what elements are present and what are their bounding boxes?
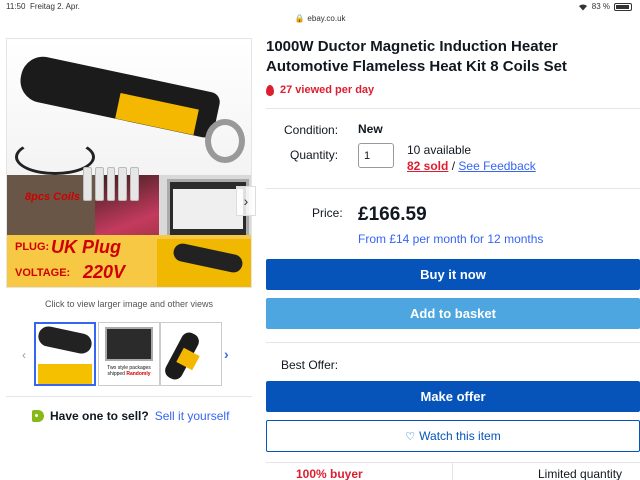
buy-it-now-button[interactable]: Buy it now [266, 259, 640, 290]
watch-item-button[interactable]: ♡ Watch this item [266, 420, 640, 452]
make-offer-button[interactable]: Make offer [266, 381, 640, 412]
product-gallery: 8pcs Coils PLUG: UK Plug VOLTAGE: 220V › [6, 38, 256, 288]
thumbnail-1[interactable] [34, 322, 96, 386]
sold-link[interactable]: 82 sold [407, 159, 448, 173]
condition-label: Condition: [284, 123, 339, 137]
thumbnail-2-text-red: Randomly [126, 371, 151, 377]
gallery-caption: Click to view larger image and other vie… [44, 299, 214, 309]
sell-question: Have one to sell? [50, 409, 149, 423]
sold-separator: / [451, 159, 456, 173]
price-label: Price: [312, 206, 343, 220]
best-offer-label: Best Offer: [281, 358, 339, 372]
coil-graphic [205, 119, 245, 163]
next-image-button[interactable]: › [236, 186, 256, 216]
product-mini-graphic [157, 239, 251, 287]
thumbnail-strip: ‹ Two style packages shipped Randomly › [18, 322, 244, 386]
divider [6, 396, 252, 397]
coils-set-graphic [83, 167, 139, 201]
chevron-right-icon[interactable]: › [224, 346, 229, 362]
divider [452, 462, 453, 480]
divider [266, 342, 640, 343]
price-value: £166.59 [358, 204, 427, 225]
flame-icon [266, 84, 274, 96]
lock-icon: 🔒 [294, 13, 305, 23]
tag-icon [32, 410, 44, 422]
thumbnail-3[interactable] [160, 322, 222, 386]
divider [266, 108, 640, 109]
buyer-satisfaction-badge: 100% buyer [296, 467, 363, 480]
url-text: ebay.co.uk [307, 13, 346, 23]
available-count: 10 available [407, 143, 472, 157]
plug-value: UK Plug [51, 237, 121, 257]
plug-label: PLUG: [15, 241, 50, 253]
thumbnail-2-text-2: shipped [107, 371, 125, 377]
viewed-per-day: 27 viewed per day [266, 84, 374, 96]
viewed-text: 27 viewed per day [280, 84, 375, 96]
condition-value: New [358, 122, 383, 136]
limited-quantity-badge: Limited quantity [538, 467, 623, 480]
watch-item-label: Watch this item [419, 429, 501, 443]
quantity-label: Quantity: [290, 148, 339, 162]
voltage-label: VOLTAGE: [15, 267, 71, 279]
heart-icon: ♡ [405, 430, 416, 443]
chevron-right-icon: › [243, 193, 249, 209]
add-to-basket-button[interactable]: Add to basket [266, 298, 640, 329]
divider [266, 188, 640, 189]
monthly-payment-link[interactable]: From £14 per month for 12 months [358, 232, 543, 246]
voltage-value: 220V [83, 262, 126, 282]
quantity-input[interactable]: 1 [358, 143, 394, 168]
coils-label: 8pcs Coils [25, 191, 81, 203]
sell-it-yourself-link[interactable]: Sell it yourself [155, 409, 230, 423]
sold-line: 82 sold / See Feedback [407, 159, 536, 173]
sell-prompt: Have one to sell? Sell it yourself [32, 409, 229, 423]
url-bar[interactable]: 🔒 ebay.co.uk [0, 10, 640, 26]
main-product-image[interactable]: 8pcs Coils PLUG: UK Plug VOLTAGE: 220V [6, 38, 252, 288]
product-title: 1000W Ductor Magnetic Induction Heater A… [266, 38, 567, 75]
see-feedback-link[interactable]: See Feedback [458, 159, 535, 173]
thumbnail-2[interactable]: Two style packages shipped Randomly [98, 322, 160, 386]
chevron-left-icon[interactable]: ‹ [22, 348, 26, 362]
